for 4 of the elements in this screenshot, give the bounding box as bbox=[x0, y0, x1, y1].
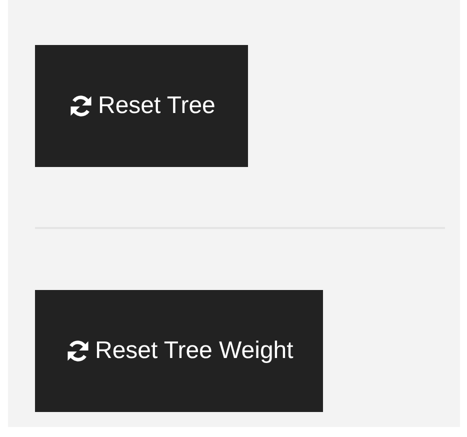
reset-button[interactable]: Reset Tree Weight bbox=[35, 290, 324, 412]
refresh-icon bbox=[68, 93, 94, 119]
refresh-icon bbox=[65, 338, 91, 364]
reset-button[interactable]: Reset Tree bbox=[35, 45, 248, 167]
